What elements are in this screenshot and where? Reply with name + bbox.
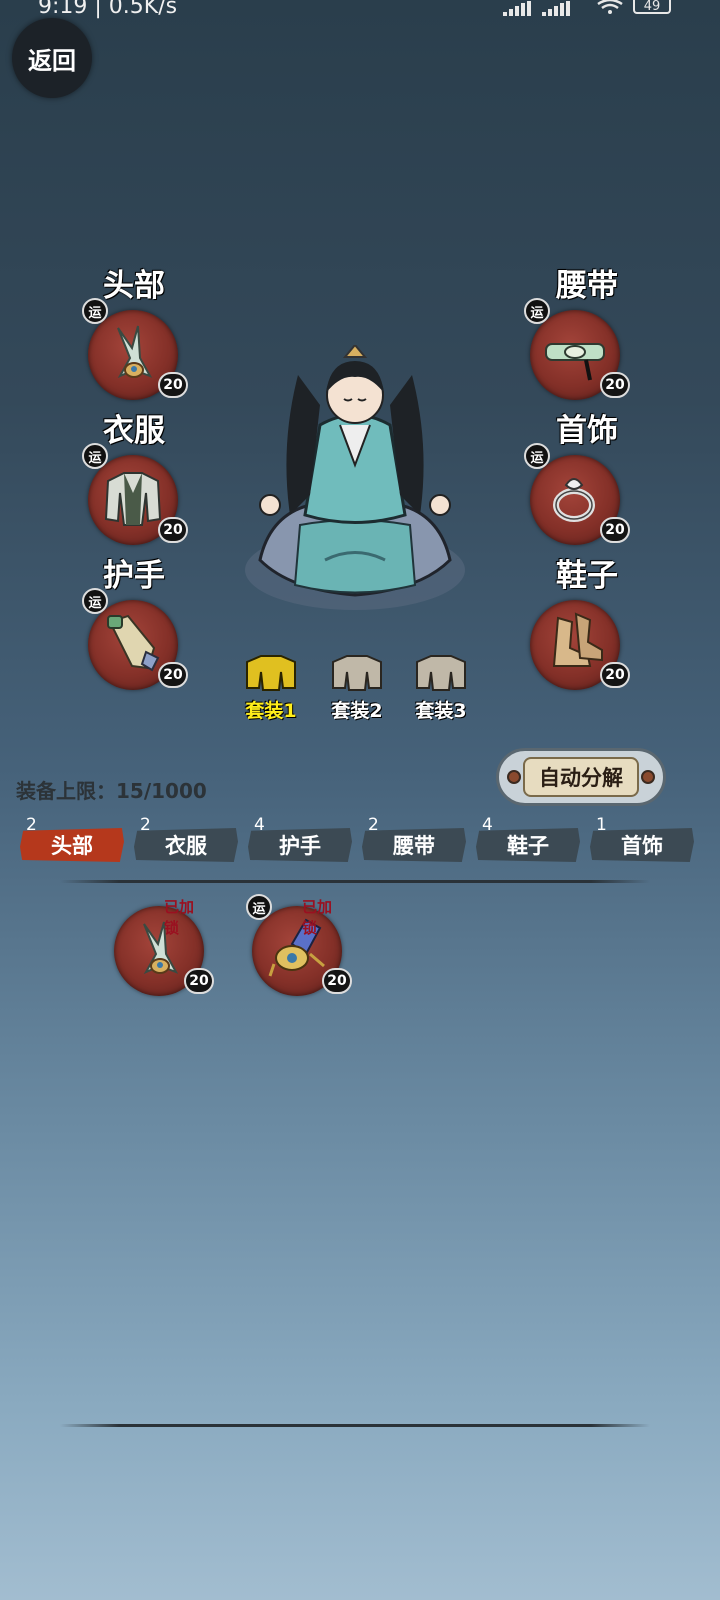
signal-icon xyxy=(503,1,533,16)
equip-slot-gloves[interactable]: 运 20 xyxy=(82,588,188,692)
tab-clothes[interactable]: 衣服 2 xyxy=(134,815,238,862)
level-badge: 20 xyxy=(184,968,214,994)
suit-label: 套装1 xyxy=(245,700,297,722)
yun-badge: 运 xyxy=(82,588,108,614)
suit-robe-icon xyxy=(416,655,466,691)
inventory-bottom-divider xyxy=(60,1424,650,1427)
robe-icon xyxy=(104,472,162,526)
signal-icon-2 xyxy=(542,1,572,16)
decor-dot xyxy=(507,770,521,784)
equip-slot-head[interactable]: 运 20 xyxy=(82,298,188,402)
yun-badge: 运 xyxy=(82,298,108,324)
tab-shoes[interactable]: 鞋子 4 xyxy=(476,815,580,862)
yun-badge: 运 xyxy=(246,894,272,920)
inventory-top-divider xyxy=(60,880,650,883)
status-time: 9:19 | 0.5K/s xyxy=(38,0,178,19)
tab-jewelry[interactable]: 首饰 1 xyxy=(590,815,694,862)
equip-slot-clothes[interactable]: 运 20 xyxy=(82,443,188,547)
level-badge: 20 xyxy=(158,662,188,688)
level-badge: 20 xyxy=(158,372,188,398)
suit-1[interactable]: 套装1 xyxy=(236,652,306,723)
equip-slot-shoes[interactable]: 20 xyxy=(530,600,630,692)
tab-count: 4 xyxy=(254,815,265,835)
yun-badge: 运 xyxy=(524,443,550,469)
auto-decompose-label: 自动分解 xyxy=(523,757,639,797)
equipment-limit: 装备上限：15/1000 xyxy=(16,779,207,803)
suit-label: 套装2 xyxy=(331,700,383,722)
suit-3[interactable]: 套装3 xyxy=(406,652,476,723)
character-avatar xyxy=(245,345,465,610)
slot-label-jewelry: 首饰 xyxy=(556,413,618,449)
equip-slot-belt[interactable]: 运 20 xyxy=(524,298,630,402)
tab-count: 4 xyxy=(482,815,493,835)
boots-icon xyxy=(552,612,603,667)
level-badge: 20 xyxy=(600,372,630,398)
status-bar: 9:19 | 0.5K/s 49 xyxy=(0,0,720,20)
battery-icon: 49 xyxy=(633,0,671,14)
suit-2[interactable]: 套装2 xyxy=(322,652,392,723)
suit-robe-icon xyxy=(332,655,382,691)
suit-robe-icon xyxy=(246,655,296,691)
equip-slot-jewelry[interactable]: 运 20 xyxy=(524,443,630,547)
auto-decompose-button[interactable]: 自动分解 xyxy=(496,748,666,806)
tab-count: 2 xyxy=(26,815,37,835)
tab-count: 2 xyxy=(368,815,379,835)
belt-icon xyxy=(545,343,605,381)
locked-label: 已加锁 xyxy=(302,898,333,937)
level-badge: 20 xyxy=(158,517,188,543)
level-badge: 20 xyxy=(600,662,630,688)
ring-icon xyxy=(553,478,595,522)
wifi-icon xyxy=(597,0,623,14)
back-button[interactable]: 返回 xyxy=(12,18,92,98)
hairpin-icon xyxy=(117,325,153,379)
tab-head[interactable]: 头部 2 xyxy=(20,815,124,862)
inventory-item[interactable]: 已加锁 20 xyxy=(114,898,214,996)
inventory-item[interactable]: 运 已加锁 20 xyxy=(246,894,352,996)
level-badge: 20 xyxy=(600,517,630,543)
locked-label: 已加锁 xyxy=(164,898,195,937)
yun-badge: 运 xyxy=(82,443,108,469)
tab-gloves[interactable]: 护手 4 xyxy=(248,815,352,862)
tab-count: 2 xyxy=(140,815,151,835)
decor-dot xyxy=(641,770,655,784)
slot-label-shoes: 鞋子 xyxy=(556,558,618,594)
gauntlet-icon xyxy=(107,614,160,672)
slot-label-belt: 腰带 xyxy=(556,268,618,304)
level-badge: 20 xyxy=(322,968,352,994)
suit-label: 套装3 xyxy=(415,700,467,722)
yun-badge: 运 xyxy=(524,298,550,324)
tab-count: 1 xyxy=(596,815,607,835)
tab-belt[interactable]: 腰带 2 xyxy=(362,815,466,862)
